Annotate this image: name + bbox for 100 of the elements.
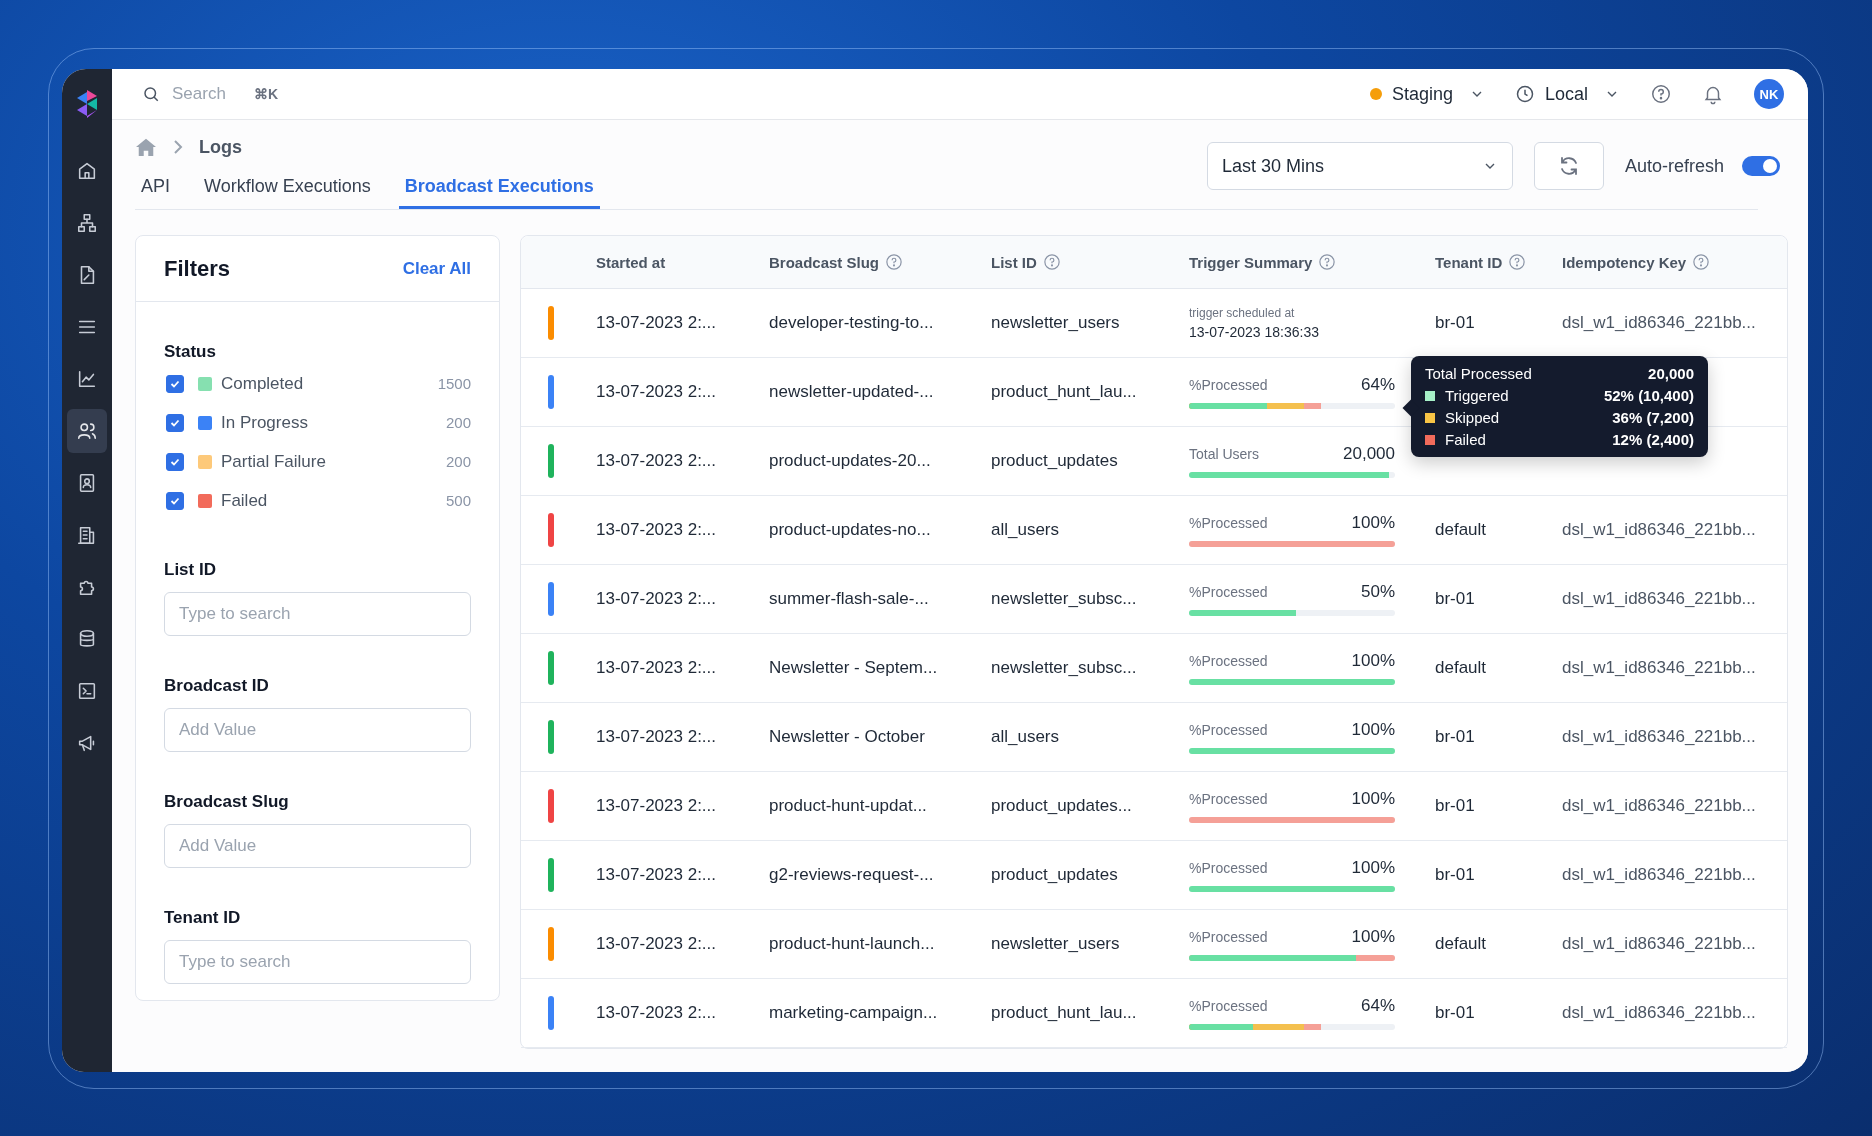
- help-icon[interactable]: [1042, 253, 1061, 271]
- table-cell-text: 13-07-2023 2:...: [596, 1003, 718, 1023]
- table-cell-text: newsletter_subsc...: [991, 658, 1138, 678]
- column-header: List ID: [991, 253, 1037, 271]
- table-cell-text: 13-07-2023 2:...: [596, 382, 718, 402]
- table-cell-text: g2-reviews-request-...: [769, 865, 935, 885]
- help-icon[interactable]: [1318, 253, 1337, 271]
- help-icon[interactable]: [1508, 253, 1527, 271]
- trigger-label: %Processed: [1189, 722, 1268, 738]
- table-cell-text: 13-07-2023 2:...: [596, 865, 718, 885]
- tab[interactable]: API: [135, 168, 176, 209]
- legend-swatch: [1425, 390, 1435, 401]
- status-count: 200: [445, 453, 471, 470]
- trigger-label: %Processed: [1189, 791, 1268, 807]
- status-label: In Progress: [221, 412, 309, 433]
- user-avatar[interactable]: NK: [1754, 79, 1784, 109]
- tooltip-label: Skipped: [1445, 409, 1501, 426]
- trigger-value: 100%: [1351, 789, 1395, 809]
- table-cell-text: br-01: [1435, 796, 1476, 816]
- table-cell-text: br-01: [1435, 865, 1476, 885]
- status-count: 1500: [437, 375, 471, 392]
- trigger-value: 20,000: [1343, 444, 1395, 464]
- table-cell-text: 13-07-2023 2:...: [596, 658, 718, 678]
- table-cell-text: all_users: [991, 520, 1061, 540]
- filter-label: List ID: [164, 560, 217, 580]
- people-icon[interactable]: [67, 409, 107, 453]
- trigger-label: trigger scheduled at: [1189, 306, 1296, 320]
- status-label: Completed: [221, 373, 305, 394]
- table-cell-text: dsl_w1_id86346_221bb...: [1562, 313, 1757, 333]
- tooltip-value: 12% (2,400): [1612, 431, 1694, 448]
- status-label: Failed: [221, 490, 269, 511]
- environment-dropdown[interactable]: Staging: [1369, 83, 1485, 105]
- trigger-label: %Processed: [1189, 998, 1268, 1014]
- panel-title: Filters: [164, 255, 231, 282]
- table-cell-text: dsl_w1_id86346_221bb...: [1562, 658, 1757, 678]
- legend-swatch: [1425, 412, 1435, 423]
- column-header: Idempotency Key: [1562, 253, 1687, 271]
- time-range-dropdown[interactable]: Last 30 Mins: [1206, 142, 1513, 190]
- tooltip-value: 20,000: [1648, 365, 1694, 382]
- table-cell-text: summer-flash-sale-...: [769, 589, 930, 609]
- table-cell-text: 13-07-2023 2:...: [596, 313, 718, 333]
- checkbox[interactable]: [166, 452, 184, 471]
- table-cell-text: 13-07-2023 2:...: [596, 934, 718, 954]
- table-cell-text: product_updates: [991, 451, 1119, 471]
- trigger-value: 64%: [1360, 375, 1395, 395]
- trigger-value: 100%: [1351, 927, 1395, 947]
- input-field[interactable]: Type to search: [164, 940, 471, 984]
- checkbox[interactable]: [166, 413, 184, 432]
- trigger-label: %Processed: [1189, 653, 1268, 669]
- input-field[interactable]: Add Value: [164, 708, 471, 752]
- trigger-label: %Processed: [1189, 377, 1268, 393]
- help-icon[interactable]: [1650, 83, 1672, 105]
- trigger-value: 100%: [1351, 858, 1395, 878]
- table-cell-text: dsl_w1_id86346_221bb...: [1562, 1003, 1757, 1023]
- table-cell-text: default: [1435, 658, 1488, 678]
- table-cell-text: product-hunt-launch...: [769, 934, 936, 954]
- search-field[interactable]: Search: [170, 83, 244, 105]
- table-cell-text: dsl_w1_id86346_221bb...: [1562, 589, 1757, 609]
- trigger-label: %Processed: [1189, 860, 1268, 876]
- filter-label: Status: [164, 342, 217, 362]
- help-icon[interactable]: [885, 253, 904, 271]
- table-cell-text: dsl_w1_id86346_221bb...: [1562, 796, 1757, 816]
- table-cell-text: newsletter-updated-...: [769, 382, 935, 402]
- shortcut-hint: ⌘K: [254, 86, 279, 102]
- tooltip-label: Failed: [1445, 431, 1487, 448]
- table-cell-text: newsletter_users: [991, 313, 1121, 333]
- table-cell-text: 13-07-2023 2:...: [596, 520, 718, 540]
- table-cell-text: product_updates...: [991, 796, 1133, 816]
- trigger-value: 100%: [1351, 513, 1395, 533]
- status-count: 200: [445, 414, 471, 431]
- help-icon[interactable]: [1692, 253, 1711, 271]
- trigger-value: 100%: [1351, 651, 1395, 671]
- table-cell-text: product-hunt-updat...: [769, 796, 928, 816]
- tab[interactable]: Workflow Executions: [198, 168, 377, 209]
- trigger-label: %Processed: [1189, 584, 1268, 600]
- table-cell-text: br-01: [1435, 313, 1476, 333]
- tab[interactable]: Broadcast Executions: [398, 168, 600, 209]
- column-header: Tenant ID: [1435, 253, 1503, 271]
- tooltip-label: Triggered: [1445, 387, 1510, 404]
- refresh-button[interactable]: [1533, 142, 1604, 190]
- checkbox[interactable]: [166, 374, 184, 393]
- logo-icon: [75, 89, 99, 119]
- auto-refresh-toggle[interactable]: [1742, 156, 1780, 176]
- auto-refresh-label: Auto-refresh: [1624, 155, 1724, 177]
- table-cell-text: default: [1435, 934, 1488, 954]
- input-field[interactable]: Add Value: [164, 824, 471, 868]
- table-cell-text: 13-07-2023 2:...: [596, 589, 718, 609]
- search-icon: [142, 85, 160, 103]
- table-cell-text: dsl_w1_id86346_221bb...: [1562, 727, 1757, 747]
- checkbox[interactable]: [166, 491, 184, 510]
- input-field[interactable]: Type to search: [164, 592, 471, 636]
- timezone-dropdown[interactable]: Local: [1514, 83, 1620, 105]
- legend-swatch: [1425, 434, 1435, 445]
- clock-icon: [1514, 84, 1535, 104]
- table-cell-text: 13-07-2023 2:...: [596, 727, 718, 747]
- table-cell-text: product_updates: [991, 865, 1119, 885]
- clear-all-link[interactable]: Clear All: [402, 258, 471, 279]
- table-cell-text: developer-testing-to...: [769, 313, 935, 333]
- table-cell-text: br-01: [1435, 589, 1476, 609]
- table-cell-text: newsletter_subsc...: [991, 589, 1138, 609]
